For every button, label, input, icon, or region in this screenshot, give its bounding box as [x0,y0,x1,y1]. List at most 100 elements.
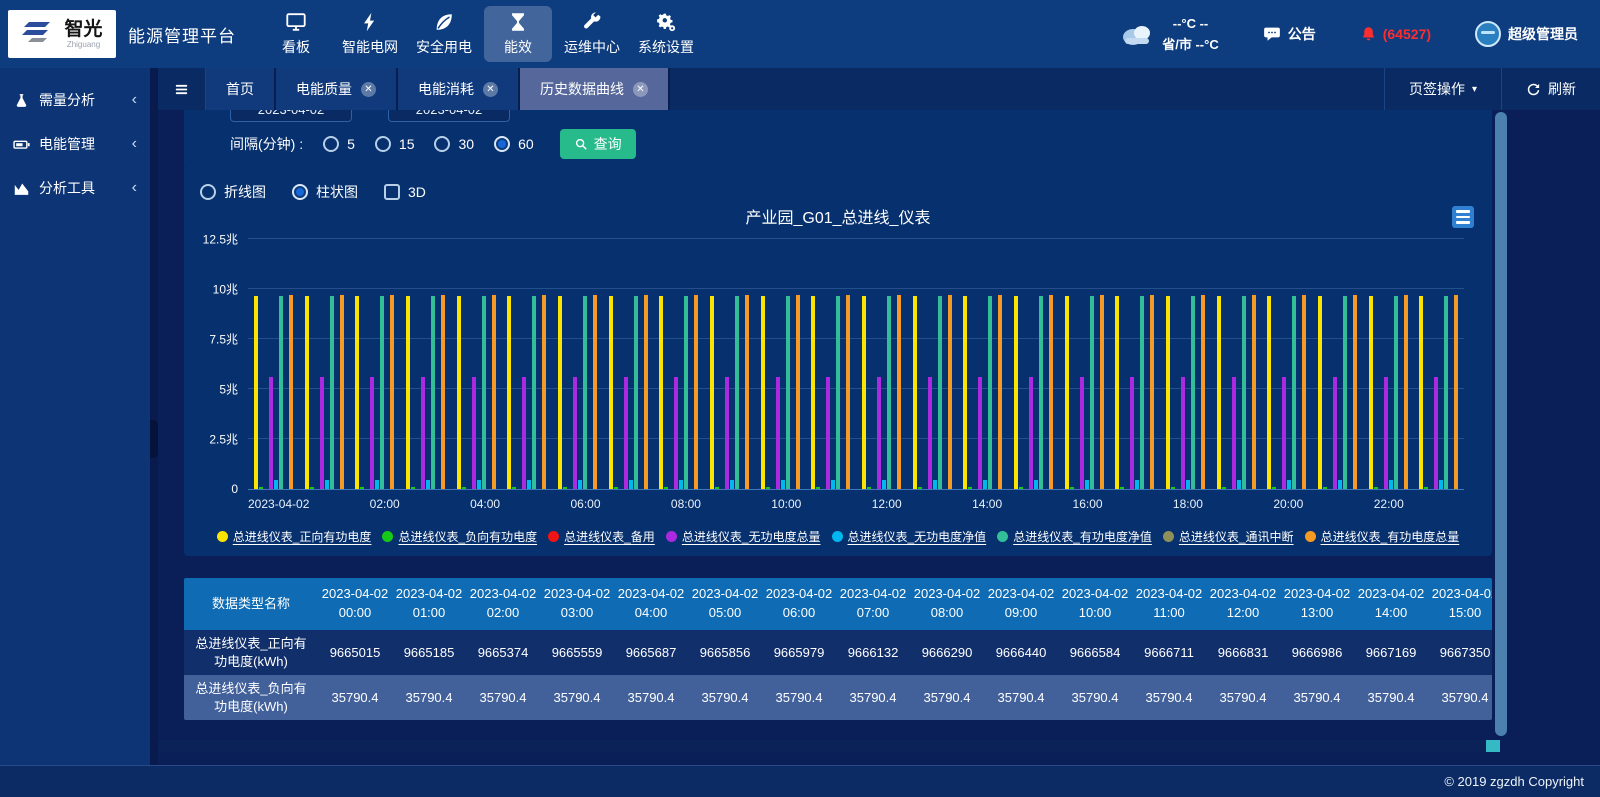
nav-item-monitor[interactable]: 看板 [262,6,330,62]
tab-operations-dropdown[interactable]: 页签操作 ▾ [1384,68,1501,110]
sidebar-item-2[interactable]: 分析工具 ‹ [0,166,150,210]
weather-city: 省/市 --°C [1162,34,1218,53]
legend-item[interactable]: 总进线仪表_通讯中断 [1163,528,1294,545]
row-name: 总进线仪表_正向有功电度(kWh) [184,630,318,675]
bar-group-06:00 [552,240,603,489]
chart-menu-icon[interactable] [1452,206,1474,228]
sidebar-item-1[interactable]: 电能管理 ‹ [0,122,150,166]
vertical-scroll-thumb[interactable] [1495,112,1507,736]
sidebar-toggle-button[interactable] [158,68,206,110]
legend-item[interactable]: 总进线仪表_无功电度净值 [832,528,987,545]
start-date-input[interactable]: 2023-04-02 [230,110,352,122]
lightning-icon [359,11,381,33]
legend-dot-icon [1305,531,1316,542]
tab-2[interactable]: 电能消耗 ✕ [398,68,520,110]
bar [1115,296,1119,489]
bar [421,377,425,489]
col-header: 2023-04-0205:00 [688,578,762,630]
tab-3[interactable]: 历史数据曲线 ✕ [520,68,670,110]
nav-item-gears[interactable]: 系统设置 [632,6,700,62]
tab-label: 电能质量 [296,79,352,99]
interval-radio-60[interactable]: 60 [494,136,534,152]
bar [659,296,663,489]
nav-item-lightning[interactable]: 智能电网 [336,6,404,62]
bar [1343,296,1347,489]
end-date-input[interactable]: 2023-04-02 [388,110,510,122]
legend-label: 总进线仪表_无功电度总量 [682,528,821,545]
chart-type-折线图[interactable]: 折线图 [200,182,266,202]
close-icon[interactable]: ✕ [633,82,648,97]
interval-radio-15[interactable]: 15 [375,136,415,152]
legend-item[interactable]: 总进线仪表_备用 [548,528,655,545]
search-icon [574,137,588,151]
bar [867,487,871,489]
table-header-row: 数据类型名称2023-04-0200:002023-04-0201:002023… [184,578,1492,630]
y-tick-label: 10兆 [213,281,238,298]
horizontal-scroll-thumb[interactable] [1486,740,1500,752]
bar [426,480,430,489]
logo: 智光 Zhiguang [8,10,116,58]
vertical-scrollbar[interactable] [1495,112,1507,736]
bar [1369,296,1373,489]
nav-item-hourglass[interactable]: 能效 [484,6,552,62]
col-header: 2023-04-0202:00 [466,578,540,630]
bar [406,296,410,489]
sidebar-item-0[interactable]: 需量分析 ‹ [0,78,150,122]
col-header: 2023-04-0206:00 [762,578,836,630]
close-icon[interactable]: ✕ [361,82,376,97]
refresh-button[interactable]: 刷新 [1501,68,1600,110]
bar [1282,377,1286,489]
x-tick-label [309,497,359,511]
col-header: 2023-04-0209:00 [984,578,1058,630]
x-tick-label: 10:00 [761,497,811,511]
bar-group-17:00 [1109,240,1160,489]
legend-label: 总进线仪表_正向有功电度 [233,528,372,545]
cell: 9665979 [762,630,836,675]
cell: 35790.4 [466,675,540,720]
bar [1404,295,1408,489]
bar [462,487,466,489]
bar [1272,487,1276,489]
close-icon[interactable]: ✕ [483,82,498,97]
nav-label: 能效 [504,37,532,57]
bar [1444,296,1448,489]
bar [390,295,394,489]
legend-item[interactable]: 总进线仪表_正向有功电度 [217,528,372,545]
legend-item[interactable]: 总进线仪表_有功电度净值 [997,528,1152,545]
horizontal-scrollbar[interactable] [158,740,1500,752]
tab-0[interactable]: 首页 [206,68,276,110]
chart-type-3D[interactable]: 3D [384,184,426,200]
data-table: 数据类型名称2023-04-0200:002023-04-0201:002023… [184,578,1492,720]
battery-icon [13,136,30,153]
table-row: 总进线仪表_负向有功电度(kWh)35790.435790.435790.435… [184,675,1492,720]
interval-radio-30[interactable]: 30 [434,136,474,152]
announcement-button[interactable]: 公告 [1263,24,1316,44]
query-button[interactable]: 查询 [560,129,636,159]
bar [1252,295,1256,489]
bar-group-08:00 [653,240,704,489]
legend-item[interactable]: 总进线仪表_负向有功电度 [382,528,537,545]
legend-item[interactable]: 总进线仪表_无功电度总量 [666,528,821,545]
user-menu[interactable]: 超级管理员 [1475,21,1578,47]
legend-label: 总进线仪表_无功电度净值 [848,528,987,545]
interval-radio-5[interactable]: 5 [323,136,355,152]
alarm-button[interactable]: (64527) [1360,25,1431,43]
bar-group-01:00 [299,240,350,489]
chart-type-柱状图[interactable]: 柱状图 [292,182,358,202]
nav-item-wrench[interactable]: 运维中心 [558,6,626,62]
nav-item-leaf[interactable]: 安全用电 [410,6,478,62]
bar [558,296,562,489]
chart-plot[interactable]: 02.5兆5兆7.5兆10兆12.5兆 [248,240,1464,490]
legend-item[interactable]: 总进线仪表_有功电度总量 [1305,528,1460,545]
cell: 35790.4 [1058,675,1132,720]
bar [380,296,384,489]
bar [1065,296,1069,489]
sidebar-collapse-handle[interactable] [150,420,158,458]
refresh-icon [1526,82,1541,97]
nav-label: 系统设置 [638,37,694,57]
sidebar-item-label: 需量分析 [39,90,95,110]
tab-1[interactable]: 电能质量 ✕ [276,68,398,110]
bar [1039,296,1043,489]
nav-label: 智能电网 [342,37,398,57]
bar [725,377,729,489]
